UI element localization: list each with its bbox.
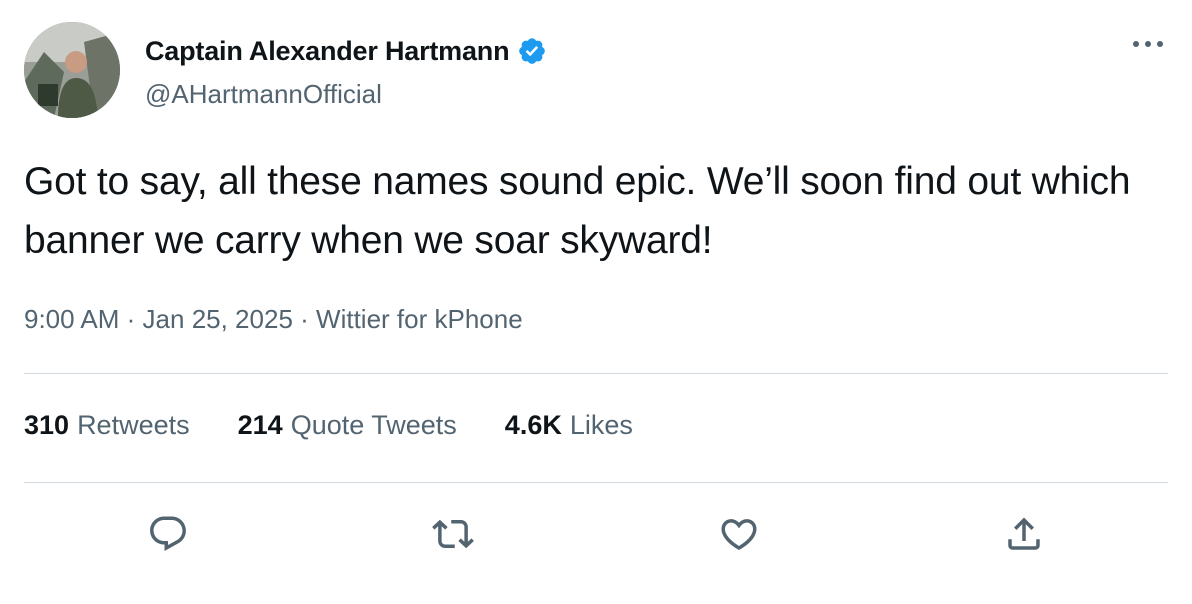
tweet-date[interactable]: Jan 25, 2025 <box>143 304 293 334</box>
retweets-count: 310 <box>24 410 70 440</box>
tweet-time[interactable]: 9:00 AM <box>24 304 119 334</box>
quote-tweets-label: Quote Tweets <box>290 410 457 440</box>
avatar[interactable] <box>24 22 120 118</box>
more-options-button[interactable] <box>1128 32 1168 56</box>
retweets-stat[interactable]: 310 Retweets <box>24 410 190 441</box>
tweet-source[interactable]: Wittier for kPhone <box>316 304 523 334</box>
heart-icon <box>721 519 757 551</box>
action-bar <box>0 512 1192 556</box>
reply-bubble-icon <box>150 516 186 551</box>
tweet-text: Got to say, all these names sound epic. … <box>24 160 1131 262</box>
retweet-icon <box>432 519 474 549</box>
author-handle[interactable]: @AHartmannOfficial <box>145 79 382 110</box>
engagement-stats: 310 Retweets 214 Quote Tweets 4.6K Likes <box>24 410 681 441</box>
retweet-button[interactable] <box>431 512 475 556</box>
more-horizontal-icon <box>1133 41 1163 47</box>
likes-count: 4.6K <box>504 410 562 440</box>
quote-tweets-stat[interactable]: 214 Quote Tweets <box>238 410 457 441</box>
separator-dot: · <box>300 304 309 334</box>
tweet-card: Captain Alexander Hartmann @AHartmannOff… <box>0 0 1192 604</box>
tweet-metadata: 9:00 AM · Jan 25, 2025 · Wittier for kPh… <box>24 304 523 335</box>
separator-dot: · <box>126 304 136 334</box>
likes-label: Likes <box>569 410 633 440</box>
retweets-label: Retweets <box>77 410 190 440</box>
avatar-photo-icon <box>24 22 120 118</box>
verified-badge-icon <box>517 36 547 66</box>
reply-button[interactable] <box>146 512 190 556</box>
meta-separator: · <box>300 304 316 334</box>
meta-separator: · <box>127 304 143 334</box>
share-upload-icon <box>1008 517 1040 550</box>
likes-stat[interactable]: 4.6K Likes <box>505 410 633 441</box>
divider <box>24 482 1168 483</box>
author-name-row: Captain Alexander Hartmann <box>145 32 547 70</box>
like-button[interactable] <box>717 512 761 556</box>
share-button[interactable] <box>1002 512 1046 556</box>
display-name[interactable]: Captain Alexander Hartmann <box>145 36 510 67</box>
divider <box>24 373 1168 374</box>
quote-tweets-count: 214 <box>237 410 283 440</box>
